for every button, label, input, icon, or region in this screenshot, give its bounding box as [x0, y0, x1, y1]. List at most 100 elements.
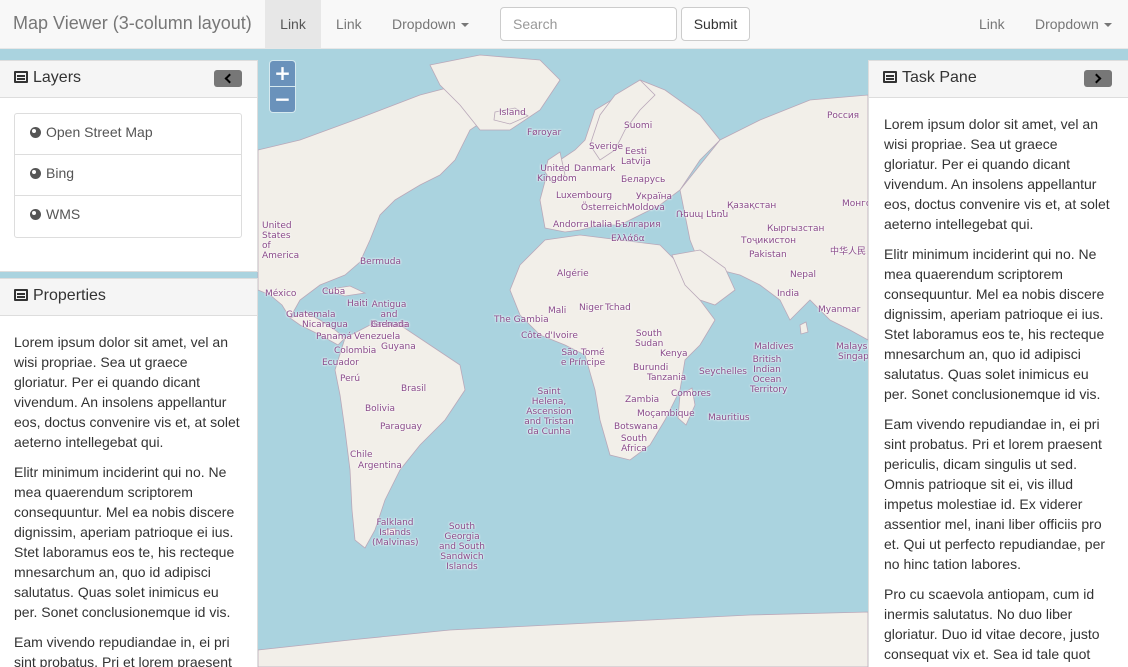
- map-label: Danmark: [574, 164, 616, 174]
- map-label: Kenya: [660, 349, 688, 359]
- map-label: 中华人民: [830, 247, 867, 257]
- map-label: United States of America: [262, 221, 300, 261]
- collapse-left-button[interactable]: [214, 70, 242, 87]
- map-label: United Kingdom: [537, 164, 577, 184]
- map-label: Botswana: [614, 422, 658, 432]
- layers-panel-heading: Layers: [0, 61, 257, 98]
- task-pane: Task Pane Lorem ipsum dolor sit amet, ve…: [868, 60, 1128, 667]
- map-label: Seychelles: [699, 367, 747, 377]
- map-label: Россия: [827, 111, 860, 121]
- map-label: Кыргызстан: [767, 224, 825, 234]
- properties-panel-heading: Properties: [0, 279, 257, 316]
- list-icon: [883, 71, 897, 83]
- map-label: Italia: [590, 220, 613, 230]
- map-label: Österreich: [581, 203, 628, 213]
- properties-body: Lorem ipsum dolor sit amet, vel an wisi …: [0, 316, 257, 667]
- nav-dropdown-left[interactable]: Dropdown: [392, 0, 469, 48]
- map-label: Ռեսպ Լեռն: [676, 210, 729, 220]
- map-label: India: [777, 289, 800, 299]
- task-pane-body: Lorem ipsum dolor sit amet, vel an wisi …: [869, 98, 1128, 664]
- map-label: Pakistan: [749, 250, 787, 260]
- map-label: Côte d'Ivoire: [521, 331, 578, 341]
- globe-icon: [30, 127, 41, 138]
- task-pane-paragraph: Pro cu scaevola antiopam, cum id inermis…: [884, 586, 1100, 662]
- caret-down-icon: [1103, 23, 1112, 28]
- nav-link-2[interactable]: Link: [336, 0, 362, 48]
- layer-item-bing[interactable]: Bing: [15, 155, 241, 196]
- nav-dropdown-left-label: Dropdown: [392, 16, 456, 32]
- map-label: Тоҷикистон: [741, 236, 797, 246]
- nav-dropdown-right[interactable]: Dropdown: [1035, 0, 1112, 48]
- map-label: Maldives: [754, 342, 794, 352]
- map-label: Brasil: [401, 384, 427, 394]
- task-pane-paragraph: Lorem ipsum dolor sit amet, vel an wisi …: [884, 116, 1110, 232]
- map-label: Україна: [636, 192, 673, 202]
- zoom-out-button[interactable]: −: [270, 87, 295, 112]
- brand-title[interactable]: Map Viewer (3-column layout): [13, 13, 252, 34]
- properties-title: Properties: [33, 287, 106, 304]
- globe-icon: [30, 209, 41, 220]
- map-label: Paraguay: [380, 422, 423, 432]
- map-label: South Africa: [620, 434, 648, 454]
- map-label: Føroyar: [527, 128, 562, 138]
- map-label: Panamá: [316, 332, 353, 342]
- zoom-control: + −: [269, 60, 296, 113]
- map-label: Беларусь: [621, 175, 666, 185]
- map-label: Andorra: [553, 220, 589, 230]
- map-label: Mali: [548, 306, 567, 316]
- list-icon: [14, 71, 28, 83]
- map-label: South Sudan: [635, 329, 664, 349]
- map-label: Bolivia: [365, 404, 396, 414]
- nav-dropdown-right-label: Dropdown: [1035, 16, 1099, 32]
- map-label: Ελλάδα: [611, 234, 645, 244]
- properties-panel: Properties Lorem ipsum dolor sit amet, v…: [0, 278, 258, 667]
- map-label: Tanzania: [647, 373, 687, 383]
- map-label: São Tomé e Príncipe: [560, 348, 606, 368]
- map-label: Algérie: [557, 269, 589, 279]
- map-label: Falkland Islands (Malvinas): [372, 518, 419, 548]
- map-label: Saint Helena, Ascension and Tristan da C…: [524, 387, 574, 437]
- map-label: Eesti: [625, 147, 647, 157]
- map-label: Latvija: [621, 157, 651, 167]
- properties-paragraph: Eam vivendo repudiandae in, ei pri sint …: [14, 634, 232, 667]
- map-label: Colombia: [334, 346, 377, 356]
- map-label: Nepal: [790, 270, 816, 280]
- task-pane-title: Task Pane: [902, 69, 977, 86]
- map-label: The Gambia: [494, 315, 549, 325]
- map-label: Venezuela: [354, 332, 401, 342]
- navbar: Map Viewer (3-column layout) Link Link D…: [0, 0, 1128, 49]
- map-label: Sverige: [589, 142, 624, 152]
- layer-item-wms[interactable]: WMS: [15, 196, 241, 237]
- map-label: Cuba: [322, 287, 346, 297]
- map-label: Luxembourg: [556, 191, 613, 201]
- collapse-right-button[interactable]: [1084, 70, 1112, 87]
- layer-label: Open Street Map: [46, 124, 153, 140]
- map-label: Argentina: [358, 461, 402, 471]
- list-icon: [14, 289, 28, 301]
- map-label: Comores: [671, 389, 711, 399]
- caret-down-icon: [460, 23, 469, 28]
- map-label: Mauritius: [708, 413, 750, 423]
- task-pane-heading: Task Pane: [869, 61, 1128, 98]
- layer-label: WMS: [46, 206, 81, 222]
- map-label: South Georgia and South Sandwich Islands: [439, 522, 485, 572]
- map-label: Grenada: [371, 320, 410, 330]
- layers-title: Layers: [33, 69, 82, 86]
- zoom-in-button[interactable]: +: [270, 61, 295, 86]
- task-pane-paragraph: Elitr minimum inciderint qui no. Ne mea …: [884, 246, 1105, 402]
- map-label: България: [615, 220, 661, 230]
- map-label: Қазақстан: [727, 201, 777, 211]
- map-label: Moçambique: [637, 409, 695, 419]
- map-label: Zambia: [625, 395, 660, 405]
- nav-link-1[interactable]: Link: [265, 0, 321, 48]
- nav-link-right[interactable]: Link: [979, 0, 1005, 48]
- submit-button[interactable]: Submit: [681, 7, 750, 41]
- globe-icon: [30, 168, 41, 179]
- search-input[interactable]: [500, 7, 677, 41]
- map-label: Tchad: [605, 303, 631, 313]
- map-label: Island: [499, 108, 526, 118]
- map-label: México: [265, 289, 297, 299]
- map-label: Ecuador: [322, 358, 359, 368]
- map-label: Nicaragua: [302, 320, 348, 330]
- layer-item-osm[interactable]: Open Street Map: [15, 114, 241, 155]
